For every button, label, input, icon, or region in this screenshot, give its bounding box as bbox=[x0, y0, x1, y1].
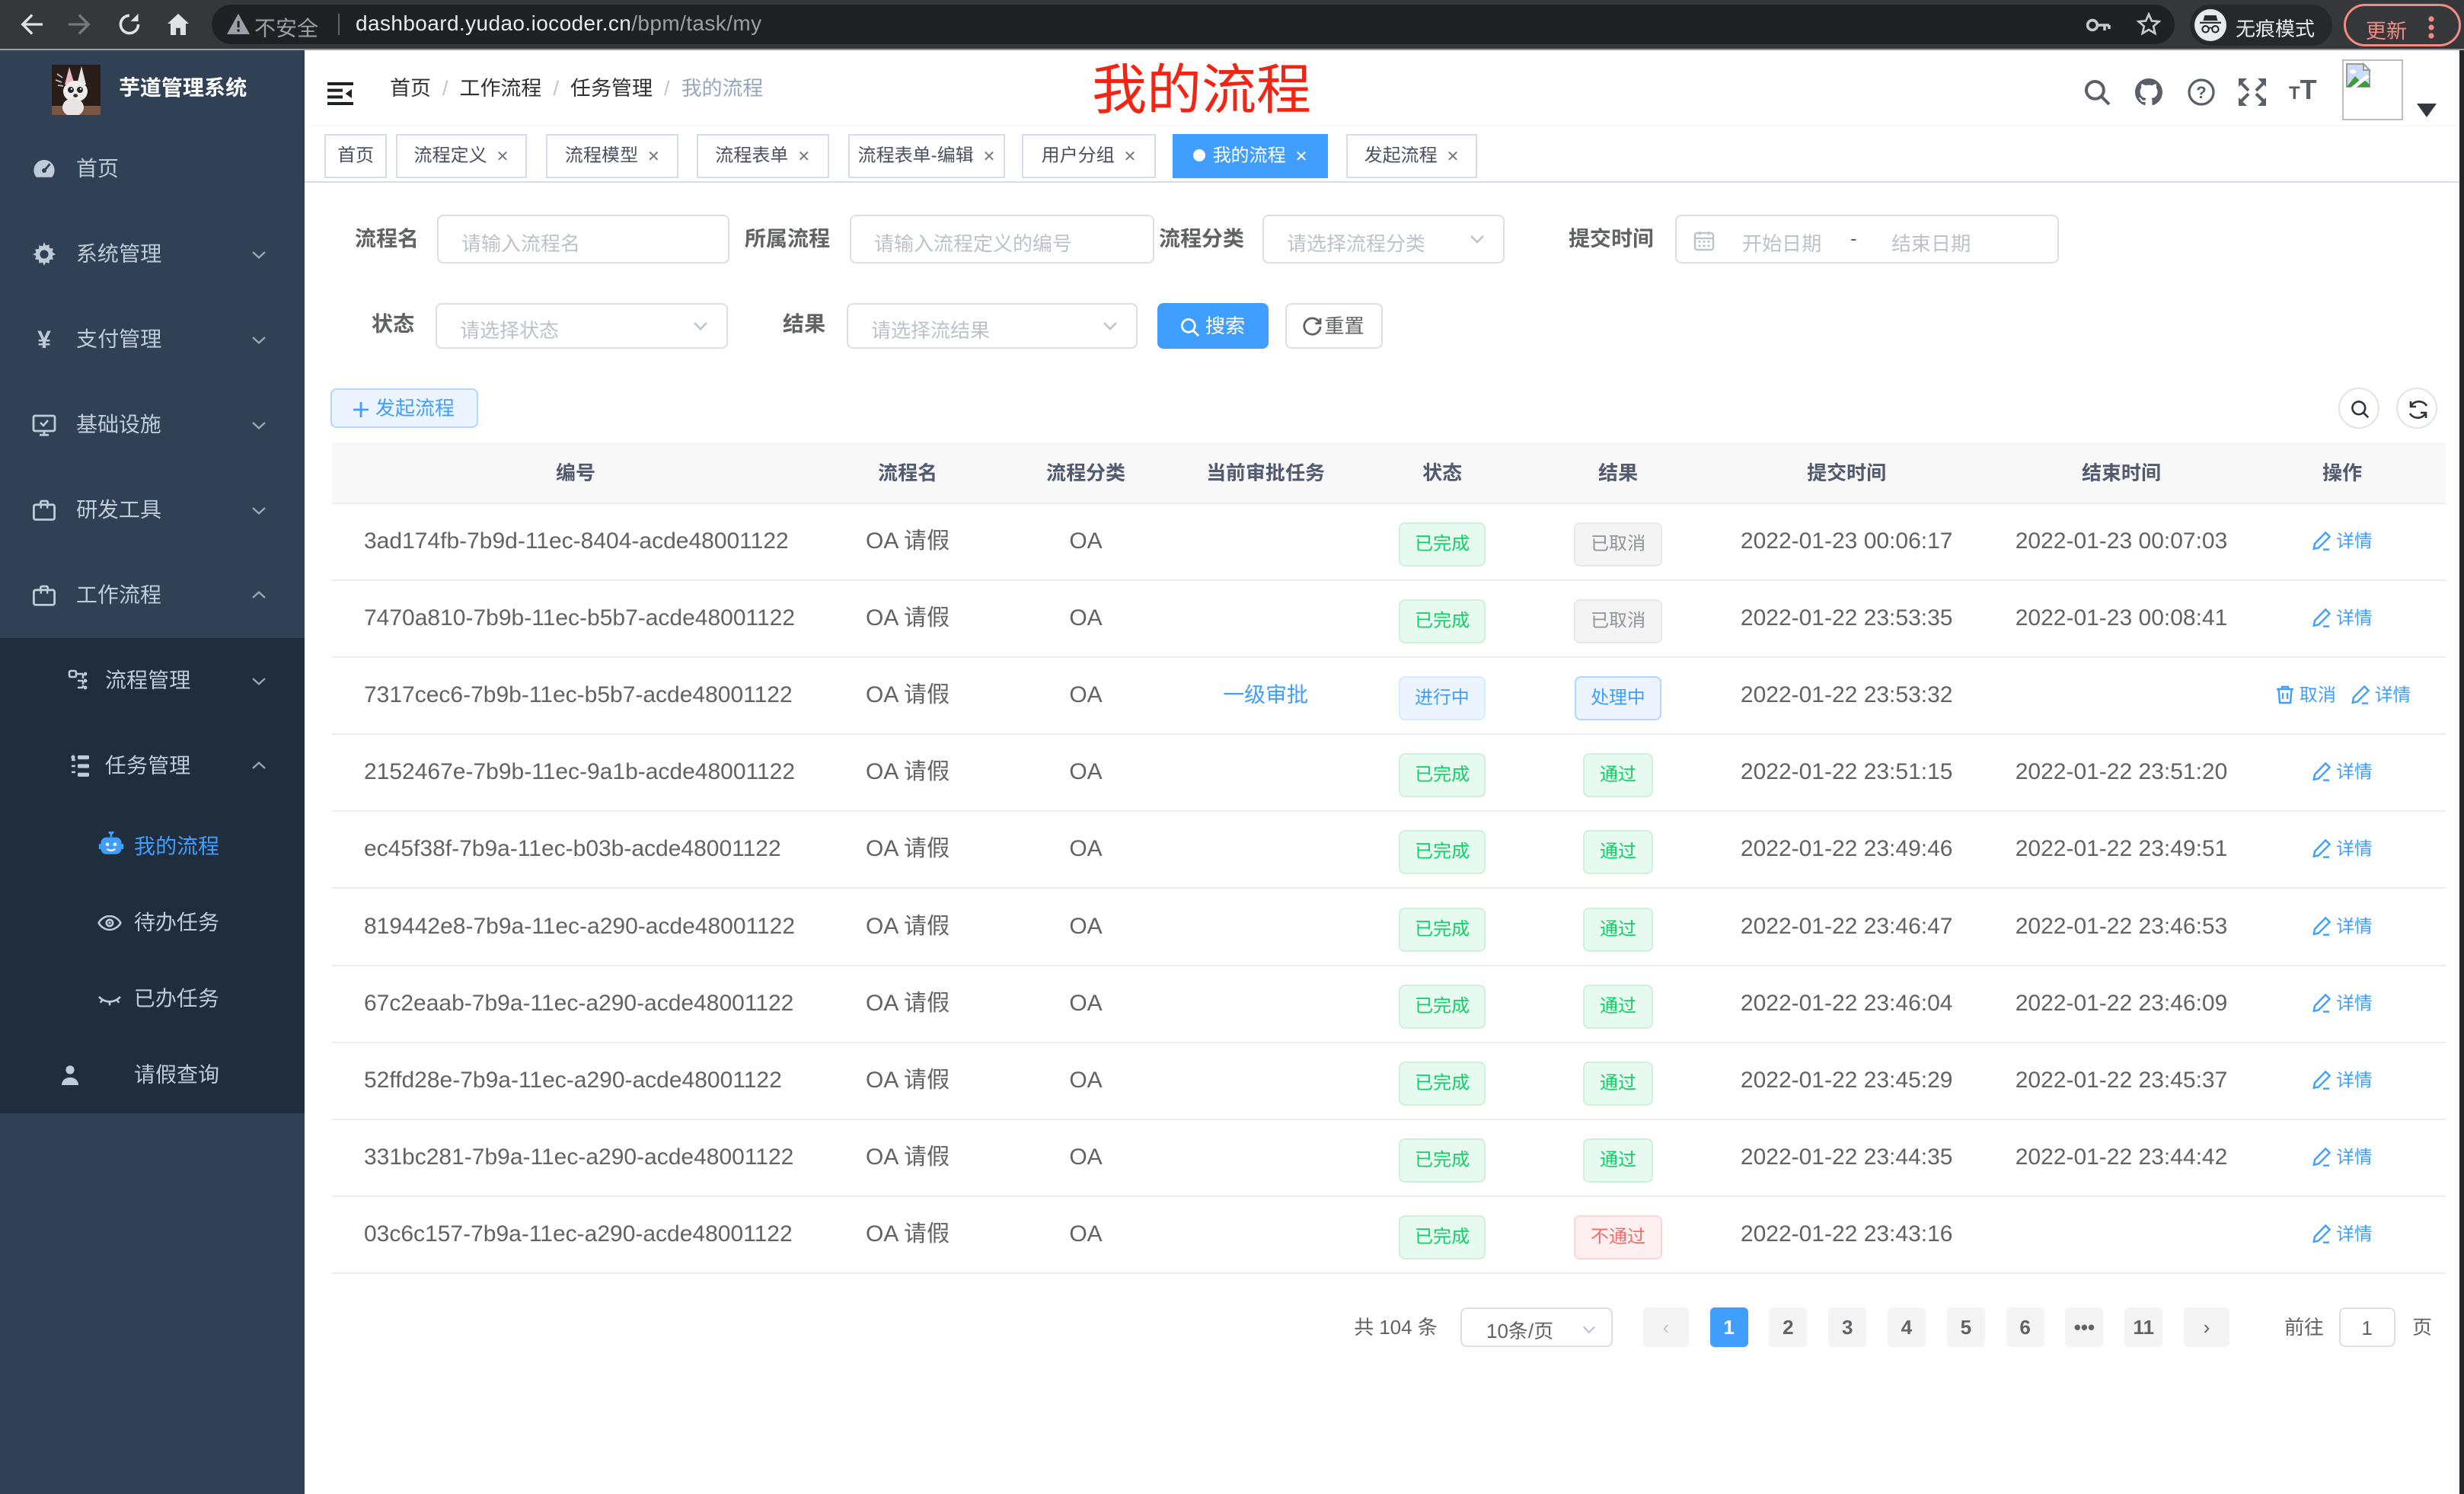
svg-text:¥: ¥ bbox=[37, 327, 51, 352]
svg-text:?: ? bbox=[2196, 83, 2206, 102]
